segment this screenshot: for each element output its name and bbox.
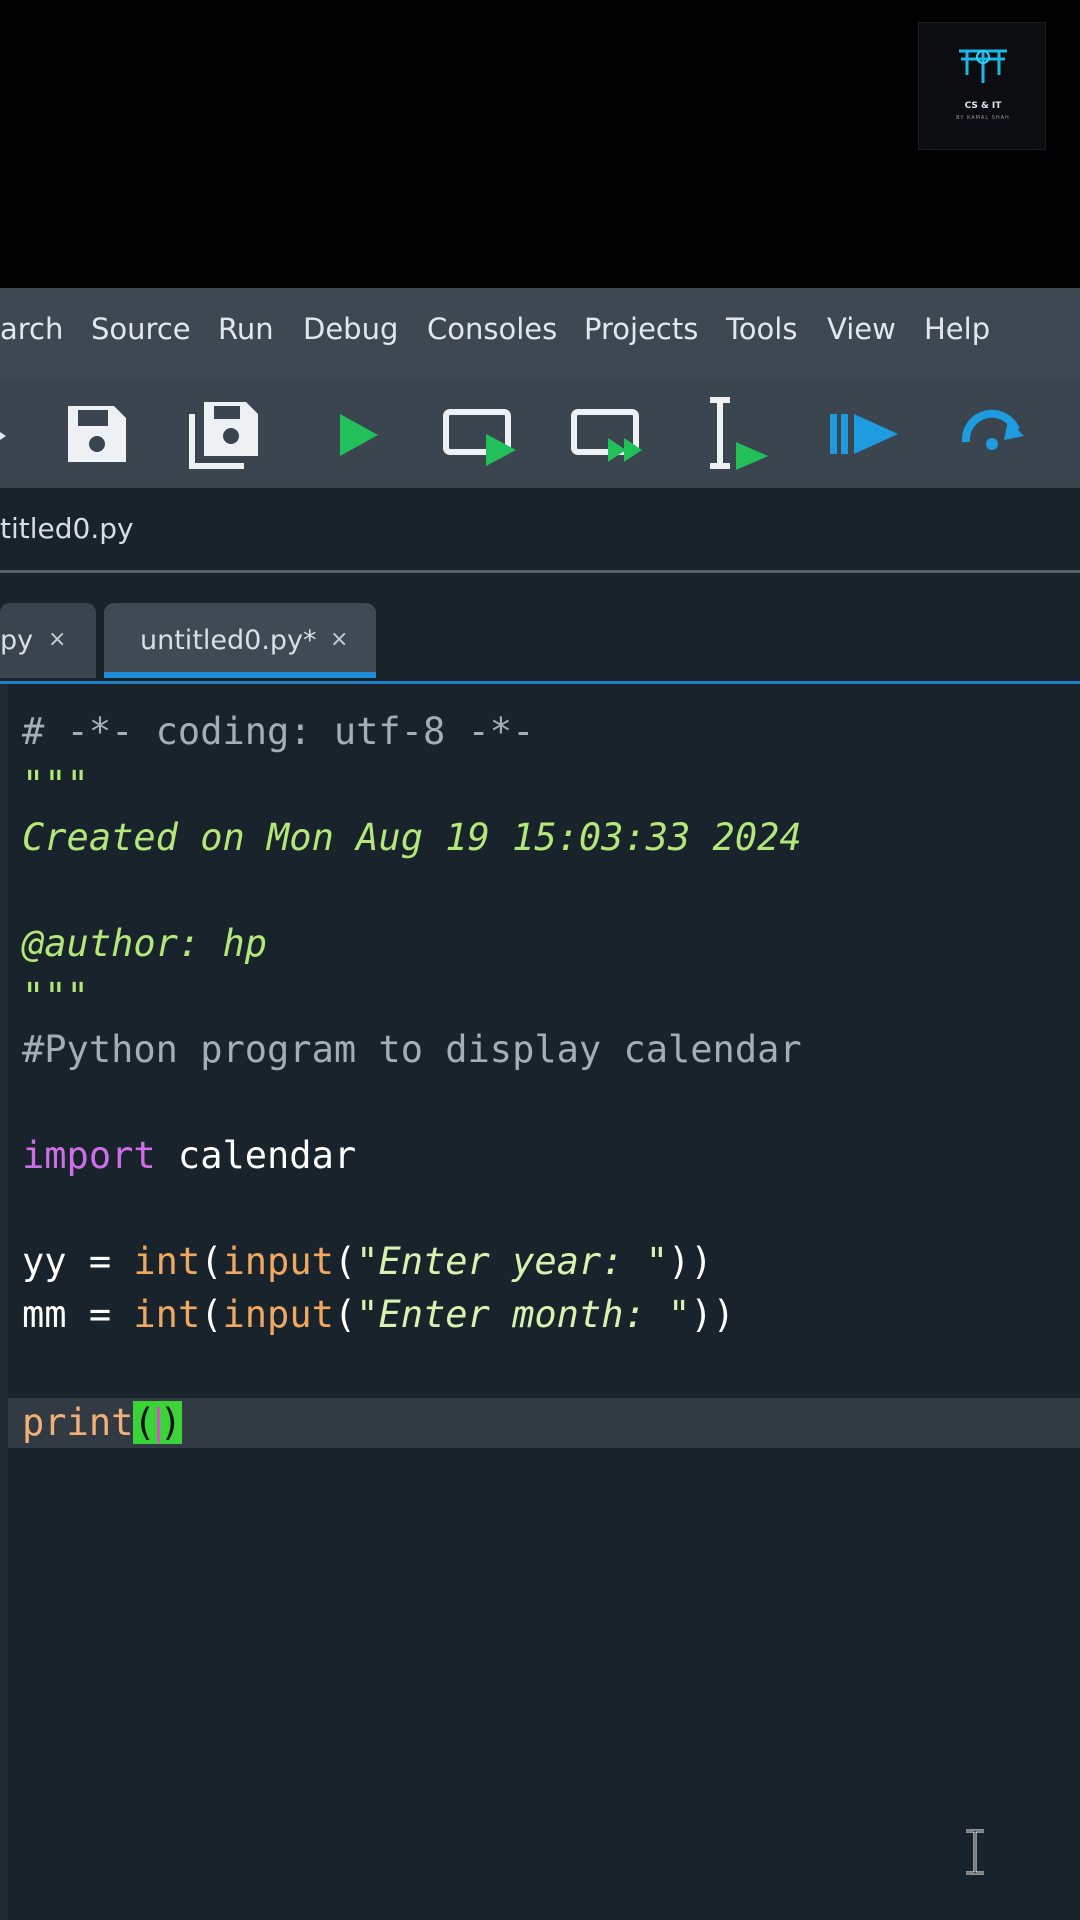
open-paren: ( xyxy=(133,1401,156,1444)
file-path-bar: titled0.py xyxy=(0,488,1080,573)
logo-subtext: BY KAMAL SHAH xyxy=(956,115,1010,121)
menu-projects[interactable]: Projects xyxy=(584,312,698,346)
code-line-14: print() xyxy=(22,1396,182,1449)
run-icon[interactable] xyxy=(326,396,406,472)
string-token: "Enter month: " xyxy=(356,1293,691,1336)
save-icon[interactable] xyxy=(58,396,138,472)
keyword-token: import xyxy=(22,1134,156,1177)
string-token: "Enter year: " xyxy=(356,1240,669,1283)
tab-untitled0[interactable]: untitled0.py* × xyxy=(104,603,376,678)
code-token: ( xyxy=(333,1293,357,1336)
logo-text: CS & IT xyxy=(964,101,1002,111)
menu-run[interactable]: Run xyxy=(218,312,274,346)
editor-gutter xyxy=(0,684,8,1920)
toolbar xyxy=(0,378,1080,488)
builtin-token: int xyxy=(133,1240,201,1283)
bracket-match: () xyxy=(133,1401,182,1444)
editor-tab-bar: py × untitled0.py* × xyxy=(0,573,1080,684)
builtin-token: int xyxy=(133,1293,201,1336)
builtin-token: print xyxy=(22,1401,134,1444)
menu-consoles[interactable]: Consoles xyxy=(427,312,557,346)
code-token: ( xyxy=(200,1293,223,1336)
run-cell-advance-icon[interactable] xyxy=(568,396,658,472)
close-paren: ) xyxy=(159,1401,182,1444)
code-line-7: #Python program to display calendar xyxy=(22,1028,802,1071)
step-icon[interactable] xyxy=(954,396,1034,472)
save-all-icon[interactable] xyxy=(184,396,268,472)
menu-source[interactable]: Source xyxy=(91,312,191,346)
close-icon[interactable]: × xyxy=(48,627,66,652)
run-cell-icon[interactable] xyxy=(440,396,530,472)
code-line-12: mm = int(input("Enter month: ")) xyxy=(22,1288,735,1341)
builtin-token: input xyxy=(222,1240,334,1283)
close-icon[interactable]: × xyxy=(330,627,348,652)
code-token: yy = xyxy=(22,1240,134,1283)
debug-icon[interactable] xyxy=(826,396,906,472)
menu-tools[interactable]: Tools xyxy=(726,312,797,346)
code-line-5: @author: hp xyxy=(22,922,268,965)
ibeam-cursor-icon xyxy=(966,1829,984,1875)
file-path: titled0.py xyxy=(0,512,134,545)
code-token: ( xyxy=(333,1240,357,1283)
code-token: )) xyxy=(668,1240,713,1283)
menu-debug[interactable]: Debug xyxy=(303,312,398,346)
tab-previous-file[interactable]: py × xyxy=(0,603,96,678)
menu-bar: arch Source Run Debug Consoles Projects … xyxy=(0,288,1080,378)
code-token: calendar xyxy=(155,1134,357,1177)
code-token: )) xyxy=(690,1293,735,1336)
menu-help[interactable]: Help xyxy=(924,312,990,346)
toolbar-partial-icon[interactable] xyxy=(0,396,14,472)
code-line-3: Created on Mon Aug 19 15:03:33 2024 xyxy=(22,816,802,859)
code-token: mm = xyxy=(22,1293,134,1336)
code-token: ( xyxy=(200,1240,223,1283)
logo-glyph-icon xyxy=(959,49,1007,83)
code-line-6: """ xyxy=(22,975,89,1018)
menu-view[interactable]: View xyxy=(827,312,896,346)
code-line-1: # -*- coding: utf-8 -*- xyxy=(22,710,535,753)
code-editor[interactable]: # -*- coding: utf-8 -*- """ Created on M… xyxy=(0,684,1080,1920)
tab-label: py xyxy=(0,625,34,656)
run-selection-icon[interactable] xyxy=(700,396,780,472)
code-line-2: """ xyxy=(22,763,89,806)
code-line-9: import calendar xyxy=(22,1129,356,1182)
tab-label: untitled0.py* xyxy=(140,625,317,656)
builtin-token: input xyxy=(222,1293,334,1336)
code-line-11: yy = int(input("Enter year: ")) xyxy=(22,1235,713,1288)
menu-search[interactable]: arch xyxy=(0,312,63,346)
channel-logo: CS & IT BY KAMAL SHAH xyxy=(918,22,1046,150)
